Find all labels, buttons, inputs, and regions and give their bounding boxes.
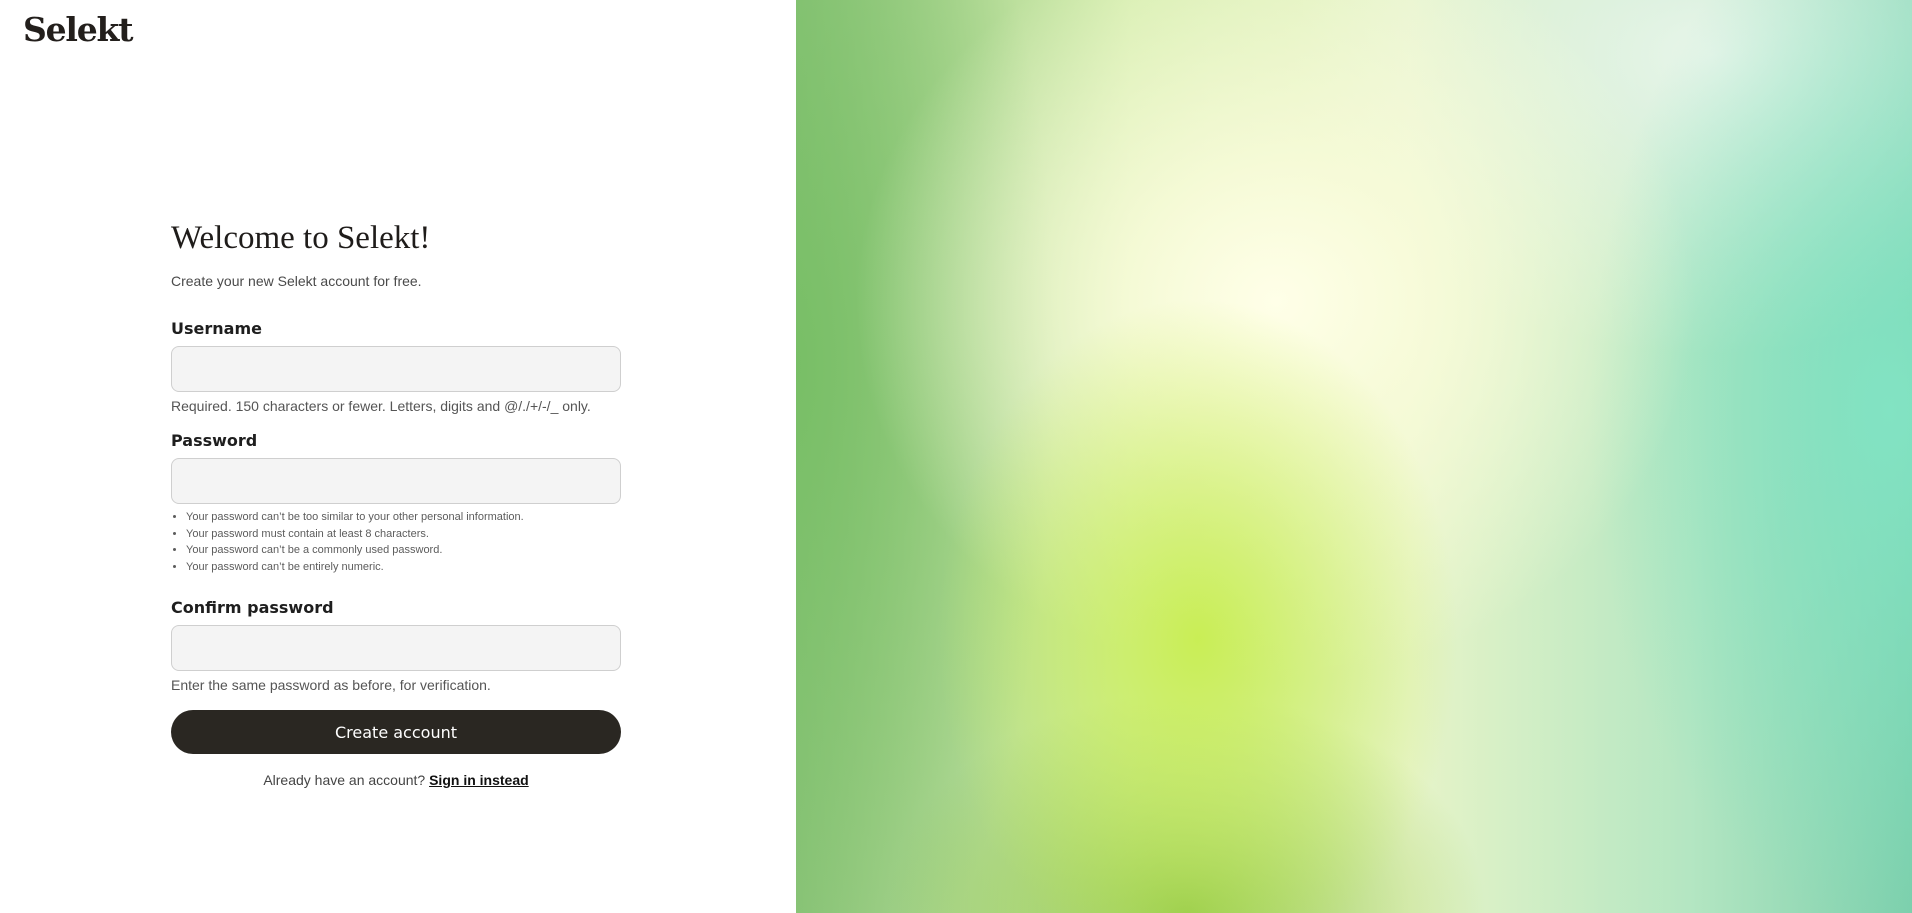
signin-prompt: Already have an account? — [263, 772, 430, 788]
username-help: Required. 150 characters or fewer. Lette… — [171, 398, 591, 414]
username-label: Username — [171, 319, 262, 338]
signup-form: Welcome to Selekt! Create your new Selek… — [171, 216, 621, 789]
password-rule: Your password can’t be a commonly used p… — [186, 542, 621, 559]
signin-link[interactable]: Sign in instead — [429, 772, 529, 788]
create-account-button[interactable]: Create account — [171, 710, 621, 754]
signup-page: Selekt Welcome to Selekt! Create your ne… — [0, 0, 1912, 913]
confirm-password-input[interactable] — [171, 625, 621, 671]
password-label: Password — [171, 431, 258, 450]
password-rule: Your password can’t be entirely numeric. — [186, 559, 621, 576]
password-rule: Your password can’t be too similar to yo… — [186, 509, 621, 526]
hero-gradient-image — [796, 0, 1912, 913]
confirm-password-label: Confirm password — [171, 598, 334, 617]
signin-row: Already have an account? Sign in instead — [171, 771, 621, 789]
confirm-password-help: Enter the same password as before, for v… — [171, 677, 491, 693]
signup-panel: Selekt Welcome to Selekt! Create your ne… — [0, 0, 796, 913]
password-rule: Your password must contain at least 8 ch… — [186, 526, 621, 543]
logo[interactable]: Selekt — [23, 8, 133, 52]
page-title: Welcome to Selekt! — [171, 220, 431, 256]
password-input[interactable] — [171, 458, 621, 504]
username-input[interactable] — [171, 346, 621, 392]
page-subtitle: Create your new Selekt account for free. — [171, 273, 422, 289]
password-rules: Your password can’t be too similar to yo… — [171, 509, 621, 575]
